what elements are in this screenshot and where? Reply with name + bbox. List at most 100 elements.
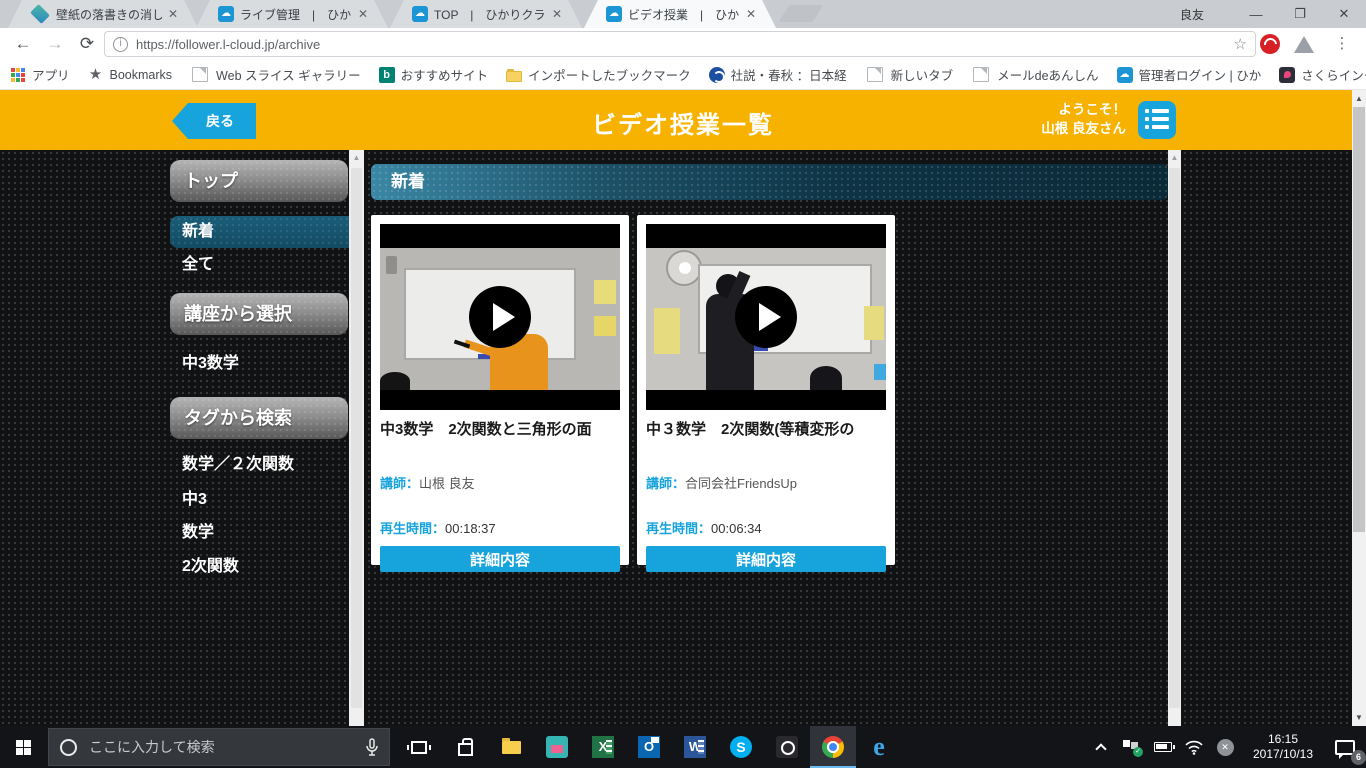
- tray-clock[interactable]: 16:15 2017/10/13: [1245, 732, 1321, 762]
- bookmark-item[interactable]: ★ Bookmarks: [88, 67, 173, 83]
- tab-close-icon[interactable]: ✕: [552, 7, 562, 21]
- taskbar-app-outlook[interactable]: O: [626, 726, 672, 768]
- bookmark-item[interactable]: b おすすめサイト: [379, 65, 489, 84]
- taskbar-app-chrome-active[interactable]: [810, 726, 856, 768]
- reload-icon[interactable]: ⟳: [74, 32, 100, 56]
- taskbar-app-movie[interactable]: [534, 726, 580, 768]
- letterbox: [380, 224, 620, 248]
- sidebar-scrollbar[interactable]: ▲: [349, 150, 364, 726]
- bookmark-item[interactable]: メールdeあんしん: [971, 65, 1098, 84]
- detail-button[interactable]: 詳細内容: [646, 546, 886, 572]
- close-button-icon[interactable]: ✕: [1322, 6, 1366, 22]
- tab-4-active[interactable]: ☁ ビデオ授業 | ひかりクラウ ✕: [584, 0, 776, 28]
- scrollbar-thumb[interactable]: [351, 168, 362, 708]
- tab-3[interactable]: ☁ TOP | ひかりクラウド スマ ✕: [390, 0, 582, 28]
- scroll-up-icon[interactable]: ▲: [1168, 153, 1181, 162]
- scrollbar-thumb[interactable]: [1169, 168, 1180, 708]
- page-icon: [867, 67, 883, 82]
- sidebar-item-tag-4[interactable]: 2次関数: [170, 551, 349, 583]
- taskbar-app-excel[interactable]: X: [580, 726, 626, 768]
- page-info-icon[interactable]: i: [113, 37, 128, 52]
- forward-icon[interactable]: →: [42, 32, 68, 56]
- bookmark-item[interactable]: ☁ 管理者ログイン | ひか: [1117, 65, 1262, 84]
- list-menu-button[interactable]: [1138, 101, 1176, 139]
- taskbar-app-skype[interactable]: S: [718, 726, 764, 768]
- video-thumbnail[interactable]: [380, 224, 620, 410]
- tab-close-icon[interactable]: ✕: [168, 7, 178, 21]
- taskbar-app-camera[interactable]: [764, 726, 810, 768]
- taskbar-app-explorer[interactable]: [488, 726, 534, 768]
- sidebar-item-tag-2[interactable]: 中3: [170, 484, 349, 516]
- scrollbar-thumb[interactable]: [1353, 107, 1365, 532]
- video-title: 中3数学 2次関数と三角形の面: [380, 418, 620, 439]
- sidebar-header-course: 講座から選択: [170, 293, 348, 335]
- chrome-menu-icon[interactable]: ⋮: [1332, 34, 1352, 54]
- back-icon[interactable]: ←: [10, 32, 36, 56]
- restore-button-icon[interactable]: ❐: [1278, 6, 1322, 22]
- sidebar-item-tag-1[interactable]: 数学／２次関数: [170, 449, 349, 481]
- cloud-favicon-icon: ☁: [606, 6, 622, 22]
- taskbar-app-store[interactable]: [442, 726, 488, 768]
- skype-icon: S: [730, 736, 752, 758]
- sidebar-header-tags: タグから検索: [170, 397, 348, 439]
- task-view-button[interactable]: [396, 726, 442, 768]
- tab-2[interactable]: ☁ ライブ管理 | ひかりクラウ ✕: [196, 0, 388, 28]
- play-button-icon[interactable]: [735, 286, 797, 348]
- tab-close-icon[interactable]: ✕: [746, 7, 756, 21]
- camera-icon: [776, 736, 798, 758]
- bookmark-item[interactable]: Web スライス ギャラリー: [190, 65, 361, 84]
- section-title-bar: 新着: [371, 164, 1168, 200]
- tray-chevron-up-icon[interactable]: [1090, 736, 1112, 758]
- video-thumbnail[interactable]: [646, 224, 886, 410]
- url-text[interactable]: https://follower.l-cloud.jp/archive: [136, 37, 1234, 52]
- sidebar-item-new[interactable]: 新着: [170, 216, 349, 248]
- start-button[interactable]: [0, 726, 48, 768]
- trend-micro-extension-icon[interactable]: [1260, 34, 1280, 54]
- tray-wifi-icon[interactable]: [1183, 736, 1205, 758]
- sidebar-item-all[interactable]: 全て: [170, 249, 349, 281]
- minimize-button-icon[interactable]: —: [1234, 7, 1278, 22]
- taskbar-app-edge[interactable]: e: [856, 726, 902, 768]
- search-input[interactable]: [89, 739, 329, 755]
- bookmark-star-icon[interactable]: ☆: [1234, 35, 1247, 53]
- chrome-profile-name[interactable]: 良友: [1180, 6, 1204, 23]
- tab-title: 壁紙の落書きの消し方！自: [56, 6, 162, 23]
- bookmark-apps[interactable]: アプリ: [10, 65, 70, 84]
- windows-logo-icon: [16, 740, 31, 755]
- cortana-icon: [60, 739, 77, 756]
- drive-extension-icon[interactable]: [1294, 36, 1314, 53]
- scroll-down-icon[interactable]: ▼: [1352, 713, 1366, 722]
- tray-sync-check-icon[interactable]: ✓: [1121, 736, 1143, 758]
- tray-muted-icon[interactable]: ✕: [1214, 736, 1236, 758]
- bing-icon: b: [379, 67, 395, 83]
- microphone-icon[interactable]: [365, 738, 379, 763]
- bookmark-item[interactable]: インポートしたブックマーク: [506, 65, 691, 84]
- content-scrollbar[interactable]: ▲: [1168, 150, 1181, 726]
- sidebar-item-course-math3[interactable]: 中3数学: [170, 348, 349, 380]
- sidebar-item-tag-3[interactable]: 数学: [170, 517, 349, 549]
- tray-battery-icon[interactable]: [1152, 736, 1174, 758]
- action-center-button[interactable]: 6: [1330, 736, 1360, 758]
- page-icon: [973, 67, 989, 82]
- new-tab-button[interactable]: [779, 5, 824, 22]
- app-header: 戻る ビデオ授業一覧 ようこそ！ 山根 良友さん: [0, 90, 1366, 150]
- scroll-up-icon[interactable]: ▲: [349, 153, 364, 162]
- page-icon: [192, 67, 208, 82]
- browser-toolbar: ← → ⟳ i https://follower.l-cloud.jp/arch…: [0, 28, 1366, 60]
- detail-button[interactable]: 詳細内容: [380, 546, 620, 572]
- outlook-icon: O: [638, 736, 660, 758]
- file-explorer-icon: [502, 741, 521, 754]
- cloud-favicon-icon: ☁: [218, 6, 234, 22]
- bookmark-item[interactable]: 社説・春秋 ：日本経: [709, 65, 847, 84]
- address-bar[interactable]: i https://follower.l-cloud.jp/archive ☆: [104, 31, 1256, 57]
- tab-close-icon[interactable]: ✕: [358, 7, 368, 21]
- tab-1[interactable]: 壁紙の落書きの消し方！自 ✕: [8, 0, 198, 28]
- bookmark-item[interactable]: 新しいタブ: [865, 65, 954, 84]
- taskbar-search[interactable]: [48, 728, 390, 766]
- play-button-icon[interactable]: [469, 286, 531, 348]
- notification-badge: 6: [1351, 750, 1366, 765]
- taskbar-app-word[interactable]: W: [672, 726, 718, 768]
- scroll-up-icon[interactable]: ▲: [1352, 94, 1366, 103]
- bookmark-item[interactable]: さくらインターネットサーバ: [1279, 65, 1366, 84]
- browser-scrollbar[interactable]: ▲ ▼: [1352, 90, 1366, 726]
